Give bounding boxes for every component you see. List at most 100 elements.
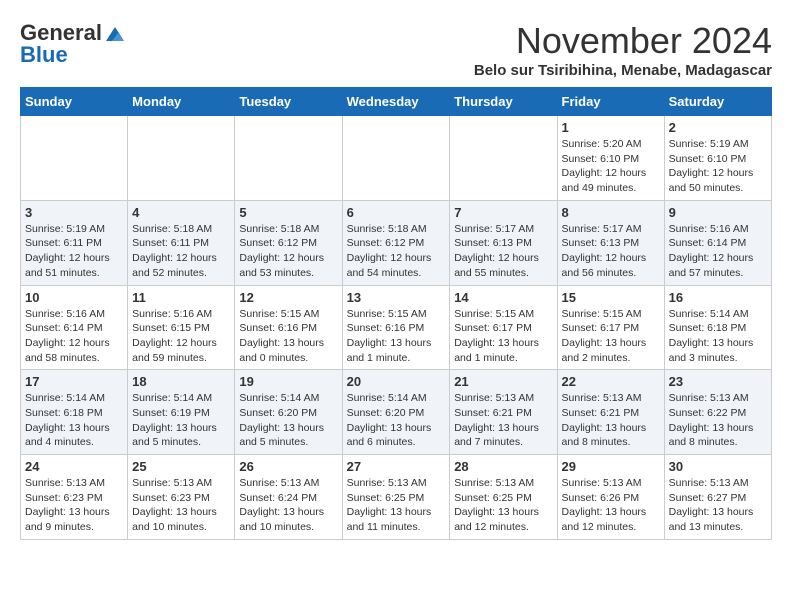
calendar-cell: 4 Sunrise: 5:18 AM Sunset: 6:11 PM Daylig… — [128, 200, 235, 285]
header: General Blue November 2024 Belo sur Tsir… — [20, 20, 772, 79]
day-number: 22 — [562, 374, 660, 389]
calendar-cell: 18 Sunrise: 5:14 AM Sunset: 6:19 PM Dayli… — [128, 370, 235, 455]
day-info: Sunrise: 5:19 AM Sunset: 6:10 PM Dayligh… — [669, 137, 767, 196]
location-title: Belo sur Tsiribihina, Menabe, Madagascar — [474, 62, 772, 79]
day-info: Sunrise: 5:16 AM Sunset: 6:14 PM Dayligh… — [669, 222, 767, 281]
day-info: Sunrise: 5:13 AM Sunset: 6:22 PM Dayligh… — [669, 391, 767, 450]
calendar-cell — [342, 116, 450, 201]
calendar-cell: 29 Sunrise: 5:13 AM Sunset: 6:26 PM Dayli… — [557, 455, 664, 540]
day-number: 3 — [25, 205, 123, 220]
weekday-header-thursday: Thursday — [450, 88, 557, 116]
day-number: 23 — [669, 374, 767, 389]
day-number: 9 — [669, 205, 767, 220]
calendar-cell: 13 Sunrise: 5:15 AM Sunset: 6:16 PM Dayli… — [342, 285, 450, 370]
day-number: 26 — [239, 459, 337, 474]
calendar-cell: 1Sunrise: 5:20 AM Sunset: 6:10 PM Daylig… — [557, 116, 664, 201]
calendar: SundayMondayTuesdayWednesdayThursdayFrid… — [20, 87, 772, 540]
day-number: 10 — [25, 290, 123, 305]
day-info: Sunrise: 5:13 AM Sunset: 6:21 PM Dayligh… — [562, 391, 660, 450]
day-number: 11 — [132, 290, 230, 305]
calendar-cell — [21, 116, 128, 201]
day-number: 27 — [347, 459, 446, 474]
calendar-cell: 26 Sunrise: 5:13 AM Sunset: 6:24 PM Dayli… — [235, 455, 342, 540]
day-number: 5 — [239, 205, 337, 220]
week-row-1: 1Sunrise: 5:20 AM Sunset: 6:10 PM Daylig… — [21, 116, 772, 201]
logo: General Blue — [20, 20, 126, 68]
day-info: Sunrise: 5:13 AM Sunset: 6:26 PM Dayligh… — [562, 476, 660, 535]
day-info: Sunrise: 5:17 AM Sunset: 6:13 PM Dayligh… — [562, 222, 660, 281]
calendar-cell: 14 Sunrise: 5:15 AM Sunset: 6:17 PM Dayli… — [450, 285, 557, 370]
calendar-cell: 10Sunrise: 5:16 AM Sunset: 6:14 PM Dayli… — [21, 285, 128, 370]
day-number: 15 — [562, 290, 660, 305]
day-info: Sunrise: 5:14 AM Sunset: 6:18 PM Dayligh… — [25, 391, 123, 450]
day-number: 19 — [239, 374, 337, 389]
day-info: Sunrise: 5:14 AM Sunset: 6:19 PM Dayligh… — [132, 391, 230, 450]
day-number: 17 — [25, 374, 123, 389]
day-info: Sunrise: 5:18 AM Sunset: 6:12 PM Dayligh… — [347, 222, 446, 281]
calendar-cell — [450, 116, 557, 201]
weekday-header-saturday: Saturday — [664, 88, 771, 116]
calendar-cell: 30 Sunrise: 5:13 AM Sunset: 6:27 PM Dayli… — [664, 455, 771, 540]
calendar-cell — [235, 116, 342, 201]
day-number: 6 — [347, 205, 446, 220]
day-number: 13 — [347, 290, 446, 305]
calendar-cell: 16Sunrise: 5:14 AM Sunset: 6:18 PM Dayli… — [664, 285, 771, 370]
month-title: November 2024 — [474, 20, 772, 62]
calendar-cell — [128, 116, 235, 201]
day-number: 7 — [454, 205, 552, 220]
calendar-cell: 17 Sunrise: 5:14 AM Sunset: 6:18 PM Dayli… — [21, 370, 128, 455]
calendar-cell: 23 Sunrise: 5:13 AM Sunset: 6:22 PM Dayli… — [664, 370, 771, 455]
title-section: November 2024 Belo sur Tsiribihina, Mena… — [474, 20, 772, 79]
weekday-header-sunday: Sunday — [21, 88, 128, 116]
week-row-3: 10Sunrise: 5:16 AM Sunset: 6:14 PM Dayli… — [21, 285, 772, 370]
calendar-cell: 25 Sunrise: 5:13 AM Sunset: 6:23 PM Dayli… — [128, 455, 235, 540]
weekday-header-tuesday: Tuesday — [235, 88, 342, 116]
calendar-cell: 22 Sunrise: 5:13 AM Sunset: 6:21 PM Dayli… — [557, 370, 664, 455]
day-number: 2 — [669, 120, 767, 135]
day-info: Sunrise: 5:13 AM Sunset: 6:23 PM Dayligh… — [25, 476, 123, 535]
day-info: Sunrise: 5:13 AM Sunset: 6:27 PM Dayligh… — [669, 476, 767, 535]
calendar-cell: 8 Sunrise: 5:17 AM Sunset: 6:13 PM Daylig… — [557, 200, 664, 285]
calendar-cell: 19 Sunrise: 5:14 AM Sunset: 6:20 PM Dayli… — [235, 370, 342, 455]
calendar-cell: 12Sunrise: 5:15 AM Sunset: 6:16 PM Dayli… — [235, 285, 342, 370]
day-info: Sunrise: 5:14 AM Sunset: 6:20 PM Dayligh… — [239, 391, 337, 450]
week-row-4: 17 Sunrise: 5:14 AM Sunset: 6:18 PM Dayli… — [21, 370, 772, 455]
day-info: Sunrise: 5:15 AM Sunset: 6:16 PM Dayligh… — [347, 307, 446, 366]
week-row-2: 3 Sunrise: 5:19 AM Sunset: 6:11 PM Daylig… — [21, 200, 772, 285]
day-info: Sunrise: 5:13 AM Sunset: 6:25 PM Dayligh… — [454, 476, 552, 535]
calendar-cell: 6 Sunrise: 5:18 AM Sunset: 6:12 PM Daylig… — [342, 200, 450, 285]
day-number: 18 — [132, 374, 230, 389]
day-number: 4 — [132, 205, 230, 220]
weekday-header-row: SundayMondayTuesdayWednesdayThursdayFrid… — [21, 88, 772, 116]
day-info: Sunrise: 5:19 AM Sunset: 6:11 PM Dayligh… — [25, 222, 123, 281]
calendar-cell: 5Sunrise: 5:18 AM Sunset: 6:12 PM Daylig… — [235, 200, 342, 285]
day-info: Sunrise: 5:13 AM Sunset: 6:24 PM Dayligh… — [239, 476, 337, 535]
calendar-cell: 21Sunrise: 5:13 AM Sunset: 6:21 PM Dayli… — [450, 370, 557, 455]
day-info: Sunrise: 5:13 AM Sunset: 6:23 PM Dayligh… — [132, 476, 230, 535]
logo-blue: Blue — [20, 42, 68, 68]
day-info: Sunrise: 5:18 AM Sunset: 6:11 PM Dayligh… — [132, 222, 230, 281]
weekday-header-wednesday: Wednesday — [342, 88, 450, 116]
day-number: 25 — [132, 459, 230, 474]
day-number: 12 — [239, 290, 337, 305]
calendar-cell: 20Sunrise: 5:14 AM Sunset: 6:20 PM Dayli… — [342, 370, 450, 455]
calendar-cell: 9 Sunrise: 5:16 AM Sunset: 6:14 PM Daylig… — [664, 200, 771, 285]
weekday-header-friday: Friday — [557, 88, 664, 116]
calendar-cell: 2 Sunrise: 5:19 AM Sunset: 6:10 PM Daylig… — [664, 116, 771, 201]
logo-icon — [104, 25, 126, 43]
day-number: 28 — [454, 459, 552, 474]
day-number: 24 — [25, 459, 123, 474]
day-number: 29 — [562, 459, 660, 474]
day-info: Sunrise: 5:15 AM Sunset: 6:17 PM Dayligh… — [454, 307, 552, 366]
day-number: 8 — [562, 205, 660, 220]
day-number: 30 — [669, 459, 767, 474]
day-number: 14 — [454, 290, 552, 305]
day-info: Sunrise: 5:15 AM Sunset: 6:17 PM Dayligh… — [562, 307, 660, 366]
day-number: 21 — [454, 374, 552, 389]
day-number: 1 — [562, 120, 660, 135]
day-info: Sunrise: 5:14 AM Sunset: 6:18 PM Dayligh… — [669, 307, 767, 366]
calendar-cell: 27Sunrise: 5:13 AM Sunset: 6:25 PM Dayli… — [342, 455, 450, 540]
weekday-header-monday: Monday — [128, 88, 235, 116]
calendar-cell: 28 Sunrise: 5:13 AM Sunset: 6:25 PM Dayli… — [450, 455, 557, 540]
day-info: Sunrise: 5:17 AM Sunset: 6:13 PM Dayligh… — [454, 222, 552, 281]
